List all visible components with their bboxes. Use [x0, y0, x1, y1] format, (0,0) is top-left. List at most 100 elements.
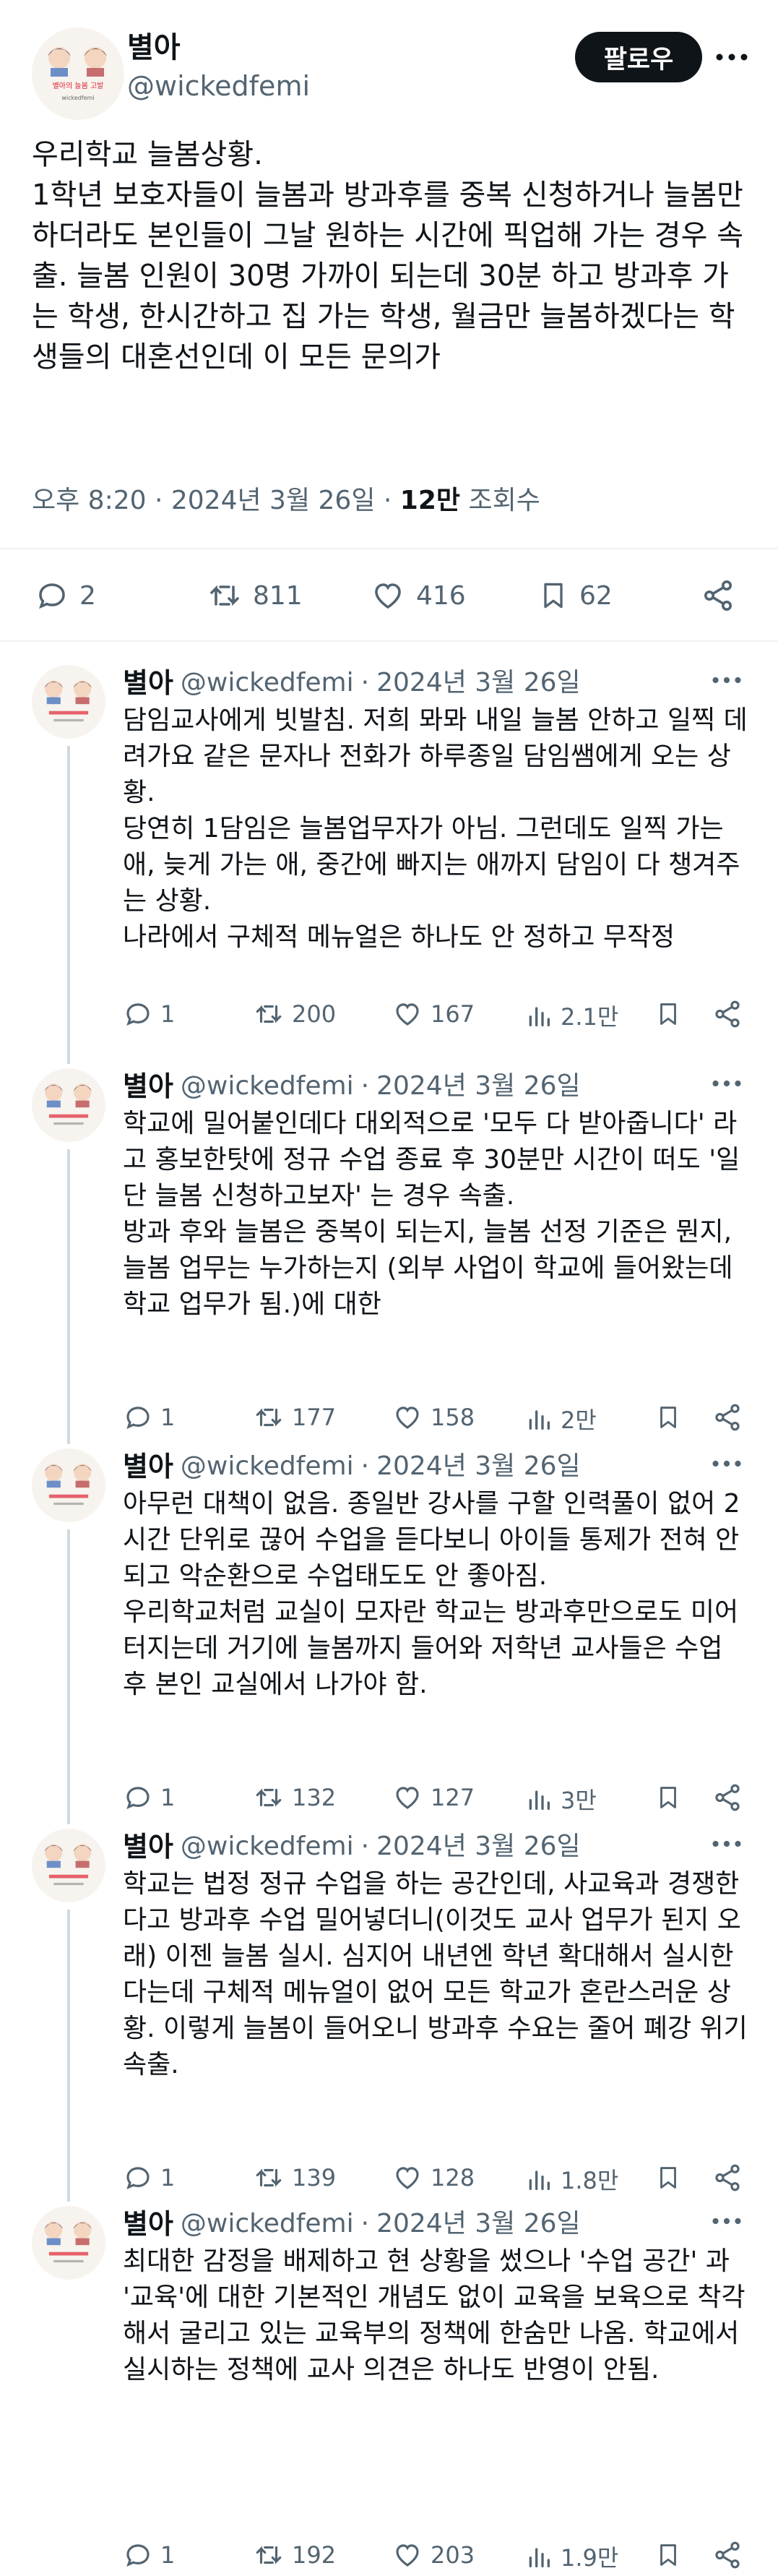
author-handle[interactable]: @wickedfemi [127, 68, 310, 104]
like-button[interactable]: 158 [392, 1402, 475, 1433]
tweet-date[interactable]: 2024년 3월 26일 [171, 486, 376, 515]
analytics-icon [529, 2171, 550, 2190]
reply-icon [126, 2544, 150, 2567]
like-count: 158 [431, 1404, 475, 1431]
tweet-time[interactable]: 오후 8:20 [32, 486, 147, 515]
like-count: 167 [431, 1000, 475, 1028]
more-options-icon[interactable] [706, 36, 757, 78]
reply-author-name[interactable]: 별아 [123, 2206, 173, 2242]
author-name[interactable]: 별아 [127, 29, 181, 66]
more-options-icon[interactable] [712, 2217, 741, 2225]
retweet-button[interactable]: 200 [253, 999, 336, 1029]
reply-author-name[interactable]: 별아 [123, 1448, 173, 1485]
retweet-button[interactable]: 192 [253, 2540, 336, 2570]
retweet-button[interactable]: 811 [207, 578, 303, 613]
avatar[interactable]: 별아의 늘봄 고발 wickedfemi [32, 27, 124, 120]
bookmark-button[interactable] [654, 1402, 682, 1433]
reply-header: 별아 @wickedfemi · 2024년 3월 26일 [123, 2206, 581, 2242]
bookmark-icon [660, 2544, 676, 2566]
reply-avatar[interactable] [32, 2206, 105, 2280]
retweet-icon [256, 1788, 282, 1807]
analytics-icon [529, 1410, 550, 1430]
share-button[interactable] [712, 1402, 743, 1433]
share-button[interactable] [701, 578, 735, 613]
share-button[interactable] [712, 999, 743, 1029]
reply-avatar[interactable] [32, 665, 105, 739]
reply-author-handle[interactable]: @wickedfemi [181, 665, 354, 701]
reply-button[interactable]: 1 [123, 2540, 175, 2570]
bookmark-button[interactable] [654, 999, 682, 1029]
reply-date[interactable]: 2024년 3월 26일 [376, 2206, 581, 2242]
like-button[interactable]: 203 [392, 2540, 475, 2570]
views-button[interactable]: 1.9만 [524, 2540, 618, 2573]
reply-count: 1 [160, 1404, 176, 1431]
view-count: 3만 [561, 1787, 597, 1814]
reply-author-handle[interactable]: @wickedfemi [181, 1829, 354, 1865]
retweet-count: 192 [292, 2541, 337, 2569]
like-button[interactable]: 167 [392, 999, 475, 1029]
reply-text: 학교에 밀어붙인데다 대외적으로 '모두 다 받아줍니다' 라고 홍보한탓에 정… [123, 1109, 740, 1319]
reply-author-handle[interactable]: @wickedfemi [181, 1448, 354, 1485]
share-button[interactable] [712, 2163, 743, 2193]
like-button[interactable]: 127 [392, 1782, 475, 1813]
more-options-icon[interactable] [712, 1080, 741, 1087]
reply-button[interactable]: 1 [123, 1782, 175, 1813]
thread-line [67, 1529, 70, 1824]
bookmark-button[interactable] [654, 2163, 682, 2193]
reply-avatar[interactable] [32, 1448, 105, 1522]
thread-line [67, 1910, 70, 2202]
reply-date[interactable]: 2024년 3월 26일 [376, 665, 581, 701]
reply-date[interactable]: 2024년 3월 26일 [376, 1068, 581, 1104]
reply-button[interactable]: 1 [123, 2163, 175, 2193]
retweet-button[interactable]: 139 [253, 2163, 336, 2193]
reply-action-bar: 1 192 203 1.9만 [123, 2536, 751, 2576]
analytics-icon [529, 2548, 550, 2567]
retweet-button[interactable]: 132 [253, 1782, 336, 1813]
heart-icon [396, 1407, 419, 1429]
bookmark-button[interactable]: 62 [537, 578, 613, 613]
heart-icon [396, 1003, 419, 1026]
bookmark-button[interactable] [654, 2540, 682, 2570]
tweet-text: 우리학교 늘봄상황. 1학년 보호자들이 늘봄과 방과후를 중복 신청하거나 늘… [32, 138, 743, 374]
meta-separator: · [360, 1451, 370, 1481]
views-button[interactable]: 3만 [524, 1782, 597, 1816]
reply-author-name[interactable]: 별아 [123, 665, 173, 701]
reply-button[interactable]: 1 [123, 999, 175, 1029]
share-icon [715, 1404, 740, 1431]
reply-avatar[interactable] [32, 1829, 105, 1902]
reply-date[interactable]: 2024년 3월 26일 [376, 1829, 581, 1865]
more-options-icon[interactable] [712, 1840, 741, 1847]
like-button[interactable]: 416 [370, 578, 466, 613]
reply-action-bar: 1 132 127 3만 [123, 1778, 751, 1819]
view-count: 2.1만 [561, 1003, 619, 1031]
follow-button[interactable]: 팔로우 [575, 32, 702, 82]
reply-date[interactable]: 2024년 3월 26일 [376, 1448, 581, 1485]
retweet-button[interactable]: 177 [253, 1402, 336, 1433]
views-button[interactable]: 2만 [524, 1402, 597, 1435]
share-button[interactable] [712, 2540, 743, 2570]
reply-text: 학교는 법정 정규 수업을 하는 공간인데, 사교육과 경쟁한다고 방과후 수업… [123, 1869, 756, 2079]
reply-text: 담임교사에게 빗발침. 저희 뫄뫄 내일 늘봄 안하고 일찍 데려가요 같은 문… [123, 705, 748, 952]
reply-author-handle[interactable]: @wickedfemi [181, 2206, 354, 2242]
reply-author-handle[interactable]: @wickedfemi [181, 1068, 354, 1104]
more-options-icon[interactable] [712, 1460, 741, 1467]
reply-author-name[interactable]: 별아 [123, 1068, 173, 1104]
more-options-icon[interactable] [712, 677, 741, 684]
analytics-icon [529, 1007, 550, 1026]
reply-text: 최대한 감정을 배제하고 현 상황을 썼으나 '수업 공간' 과 '교육'에 대… [123, 2246, 748, 2384]
share-button[interactable] [712, 1782, 743, 1813]
reply-button[interactable]: 2 [35, 578, 96, 613]
bookmark-icon [660, 2167, 676, 2189]
divider [0, 548, 778, 549]
meta-separator: · [360, 1832, 370, 1861]
like-button[interactable]: 128 [392, 2163, 475, 2193]
views-button[interactable]: 2.1만 [524, 999, 618, 1032]
retweet-icon [256, 1005, 282, 1023]
reply-avatar[interactable] [32, 1068, 105, 1142]
reply-author-name[interactable]: 별아 [123, 1829, 173, 1865]
reply-button[interactable]: 1 [123, 1402, 175, 1433]
retweet-count: 811 [253, 580, 303, 611]
bookmark-button[interactable] [654, 1782, 682, 1813]
reply-count: 1 [160, 2164, 176, 2191]
views-button[interactable]: 1.8만 [524, 2163, 618, 2196]
